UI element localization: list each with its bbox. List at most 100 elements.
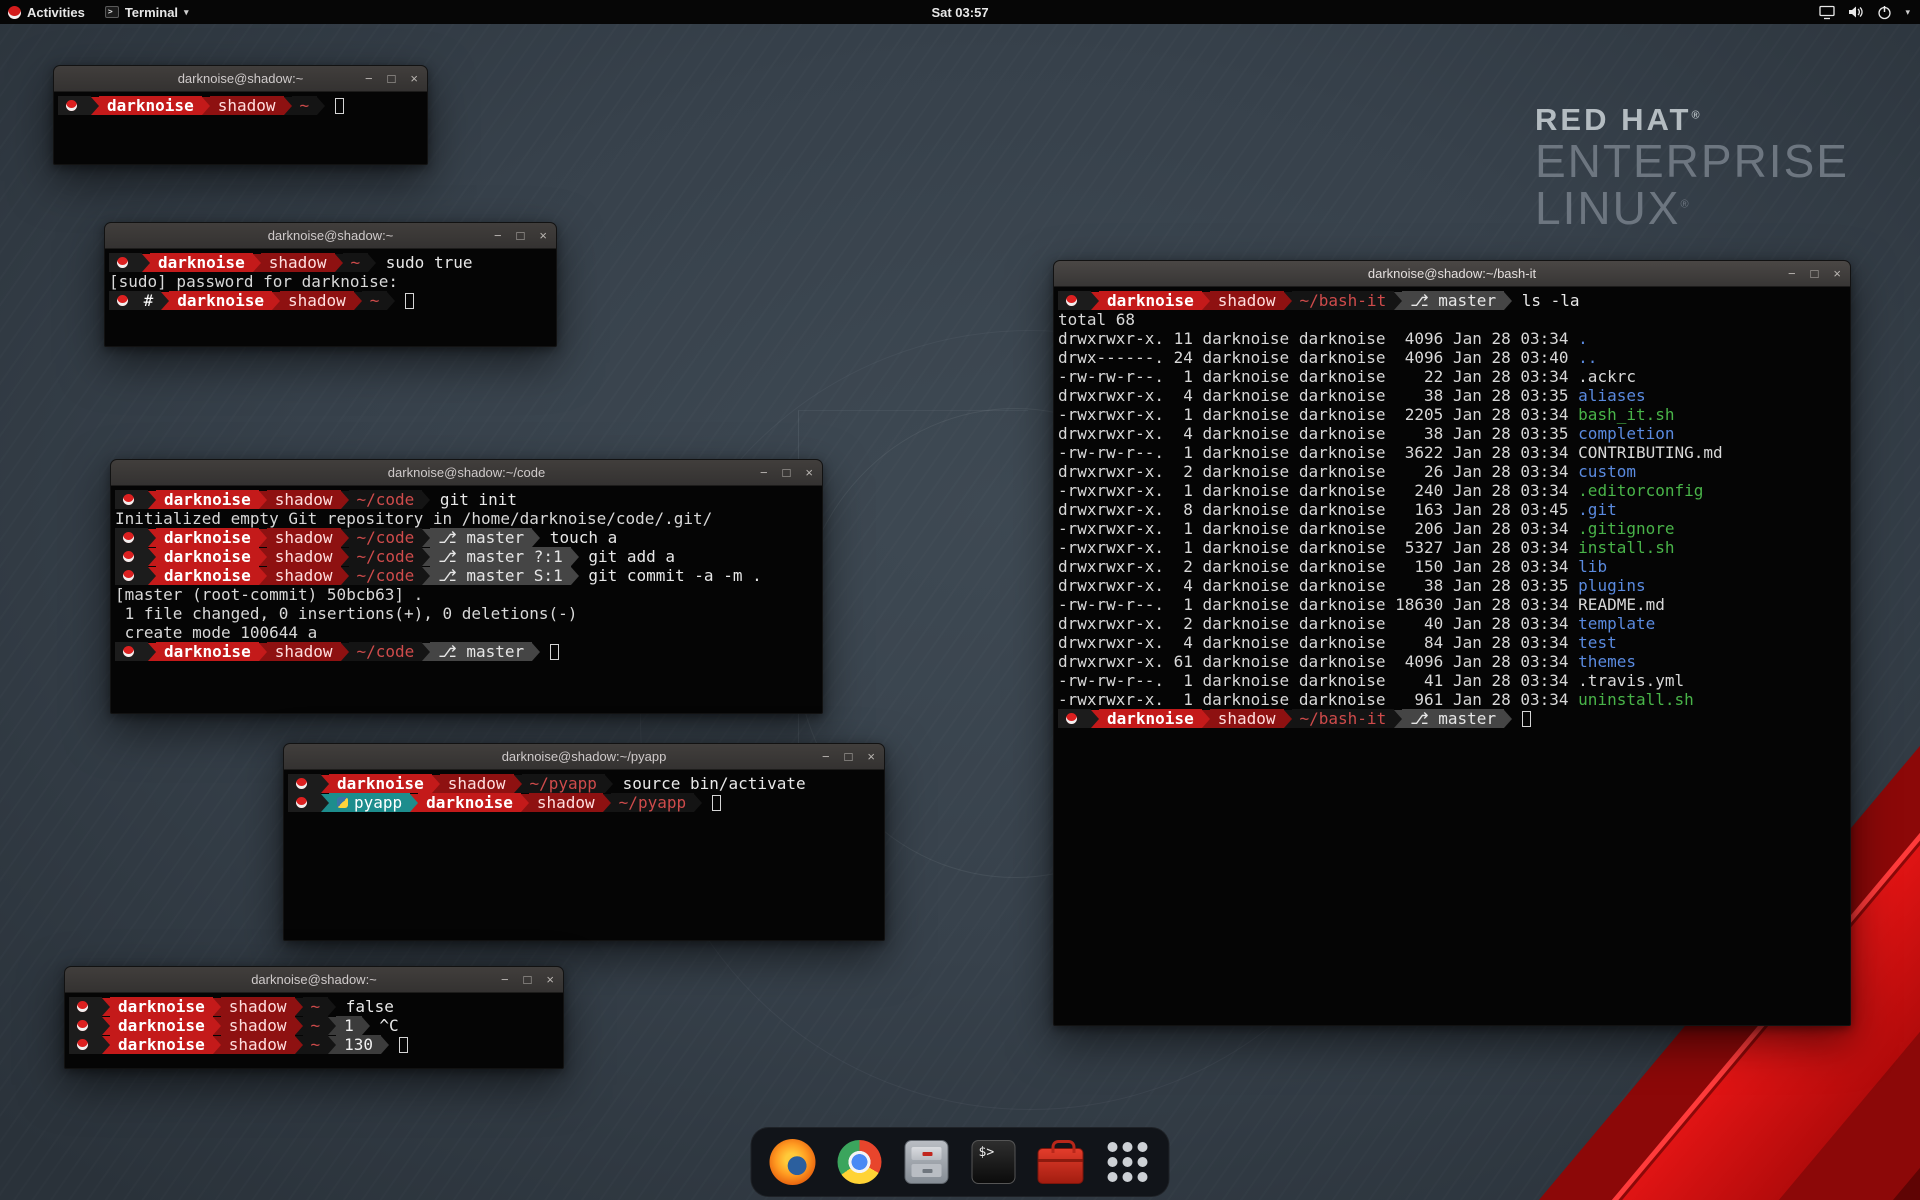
powerline-separator xyxy=(148,643,156,661)
powerline-separator xyxy=(341,529,349,547)
close-button[interactable]: × xyxy=(410,72,418,85)
dock-terminal[interactable]: $> xyxy=(968,1136,1020,1188)
prompt-segment-git: ⎇ master xyxy=(1402,291,1504,310)
prompt-segment-os xyxy=(58,96,91,115)
close-button[interactable]: × xyxy=(546,973,554,986)
powerline-separator xyxy=(102,998,110,1016)
python-icon xyxy=(337,797,348,808)
dock-chrome[interactable] xyxy=(834,1136,886,1188)
prompt-segment-path: ~/code xyxy=(349,547,423,566)
terminal-line: darknoiseshadow~/code⎇ master xyxy=(115,642,822,661)
terminal-cursor xyxy=(1522,711,1531,727)
powerline-separator xyxy=(253,254,261,272)
powerline-separator xyxy=(161,292,169,310)
window-titlebar[interactable]: darknoise@shadow:~ − □ × xyxy=(105,223,556,249)
terminal-window-pyapp: darknoise@shadow:~/pyapp − □ × darknoise… xyxy=(283,743,885,941)
powerline-separator xyxy=(1504,710,1512,728)
powerline-separator xyxy=(91,97,99,115)
powerline-separator xyxy=(295,1017,303,1035)
terminal-content[interactable]: darknoiseshadow~ falsedarknoiseshadow~1 … xyxy=(65,993,563,1054)
redhat-icon xyxy=(296,797,307,808)
output-text: total 68 xyxy=(1058,310,1135,329)
terminal-text: -rwxrwxr-x. 1 darknoise darknoise 2205 J… xyxy=(1058,405,1578,424)
minimize-button[interactable]: − xyxy=(501,973,509,986)
maximize-button[interactable]: □ xyxy=(524,973,532,986)
terminal-content[interactable]: darknoiseshadow~/bash-it⎇ master ls -lat… xyxy=(1054,287,1850,728)
dock-files[interactable] xyxy=(901,1136,953,1188)
app-menu-terminal[interactable]: > Terminal ▾ xyxy=(105,5,189,20)
window-titlebar[interactable]: darknoise@shadow:~/pyapp − □ × xyxy=(284,744,884,770)
prompt-segment-path: ~/bash-it xyxy=(1292,291,1395,310)
minimize-button[interactable]: − xyxy=(494,229,502,242)
prompt-segment-user: darknoise xyxy=(329,774,432,793)
brand-linux: LINUX® xyxy=(1535,185,1849,232)
close-button[interactable]: × xyxy=(539,229,547,242)
display-icon[interactable] xyxy=(1819,5,1835,20)
top-bar: Activities > Terminal ▾ Sat 03:57 ▾ xyxy=(0,0,1920,24)
terminal-text: drwx------. 24 darknoise darknoise 4096 … xyxy=(1058,348,1578,367)
volume-icon[interactable] xyxy=(1848,5,1864,19)
terminal-line: pyappdarknoiseshadow~/pyapp xyxy=(288,793,884,812)
system-menu-chevron-icon[interactable]: ▾ xyxy=(1905,7,1910,18)
close-button[interactable]: × xyxy=(867,750,875,763)
terminal-line: drwxrwxr-x. 4 darknoise darknoise 38 Jan… xyxy=(1058,424,1850,443)
powerline-separator xyxy=(102,1017,110,1035)
maximize-button[interactable]: □ xyxy=(517,229,525,242)
window-titlebar[interactable]: darknoise@shadow:~ − □ × xyxy=(54,66,427,92)
dock-firefox[interactable] xyxy=(767,1136,819,1188)
prompt-segment-path: ~/bash-it xyxy=(1292,709,1395,728)
minimize-button[interactable]: − xyxy=(760,466,768,479)
close-button[interactable]: × xyxy=(1833,267,1841,280)
activities-button[interactable]: Activities xyxy=(8,5,85,20)
terminal-content[interactable]: darknoiseshadow~ sudo true[sudo] passwor… xyxy=(105,249,556,310)
window-titlebar[interactable]: darknoise@shadow:~ − □ × xyxy=(65,967,563,993)
powerline-separator xyxy=(1284,292,1292,310)
terminal-content[interactable]: darknoiseshadow~/pyapp source bin/activa… xyxy=(284,770,884,812)
prompt-segment-code: 130 xyxy=(336,1035,381,1054)
dock-toolbox[interactable] xyxy=(1035,1136,1087,1188)
output-text: create mode 100644 a xyxy=(115,623,317,642)
terminal-line: -rw-rw-r--. 1 darknoise darknoise 22 Jan… xyxy=(1058,367,1850,386)
minimize-button[interactable]: − xyxy=(822,750,830,763)
terminal-text: -rwxrwxr-x. 1 darknoise darknoise 206 Ja… xyxy=(1058,519,1578,538)
redhat-icon xyxy=(296,778,307,789)
terminal-line: Initialized empty Git repository in /hom… xyxy=(115,509,822,528)
terminal-line: drwxrwxr-x. 4 darknoise darknoise 84 Jan… xyxy=(1058,633,1850,652)
terminal-cursor xyxy=(405,293,414,309)
maximize-button[interactable]: □ xyxy=(1811,267,1819,280)
powerline-separator xyxy=(272,292,280,310)
window-titlebar[interactable]: darknoise@shadow:~/bash-it − □ × xyxy=(1054,261,1850,287)
terminal-content[interactable]: darknoiseshadow~ xyxy=(54,92,427,115)
dock-app-grid[interactable] xyxy=(1102,1136,1154,1188)
prompt-segment-host: shadow xyxy=(1210,709,1284,728)
prompt-segment-path: ~/code xyxy=(349,528,423,547)
terminal-line: -rwxrwxr-x. 1 darknoise darknoise 2205 J… xyxy=(1058,405,1850,424)
prompt-segment-os xyxy=(115,566,148,585)
output-text: [sudo] password for darknoise: xyxy=(109,272,398,291)
minimize-button[interactable]: − xyxy=(1788,267,1796,280)
prompt-segment-os xyxy=(69,1016,102,1035)
maximize-button[interactable]: □ xyxy=(845,750,853,763)
maximize-button[interactable]: □ xyxy=(388,72,396,85)
close-button[interactable]: × xyxy=(805,466,813,479)
powerline-separator xyxy=(1202,292,1210,310)
window-titlebar[interactable]: darknoise@shadow:~/code − □ × xyxy=(111,460,822,486)
prompt-segment-os xyxy=(288,793,321,812)
terminal-cursor xyxy=(399,1037,408,1053)
prompt-segment-os xyxy=(1058,291,1091,310)
clock[interactable]: Sat 03:57 xyxy=(931,5,988,20)
prompt-segment-user: darknoise xyxy=(110,1016,213,1035)
terminal-line: -rwxrwxr-x. 1 darknoise darknoise 240 Ja… xyxy=(1058,481,1850,500)
power-icon[interactable] xyxy=(1877,5,1892,20)
prompt-segment-path: ~/code xyxy=(349,490,423,509)
terminal-content[interactable]: darknoiseshadow~/code git initInitialize… xyxy=(111,486,822,661)
terminal-window-bash-it: darknoise@shadow:~/bash-it − □ × darknoi… xyxy=(1053,260,1851,1026)
minimize-button[interactable]: − xyxy=(365,72,373,85)
powerline-separator xyxy=(284,97,292,115)
maximize-button[interactable]: □ xyxy=(783,466,791,479)
redhat-icon xyxy=(77,1020,88,1031)
powerline-separator xyxy=(148,548,156,566)
output-text: [master (root-commit) 50bcb63] . xyxy=(115,585,423,604)
terminal-text: -rw-rw-r--. 1 darknoise darknoise 18630 … xyxy=(1058,595,1578,614)
app-menu-label: Terminal xyxy=(125,5,178,20)
